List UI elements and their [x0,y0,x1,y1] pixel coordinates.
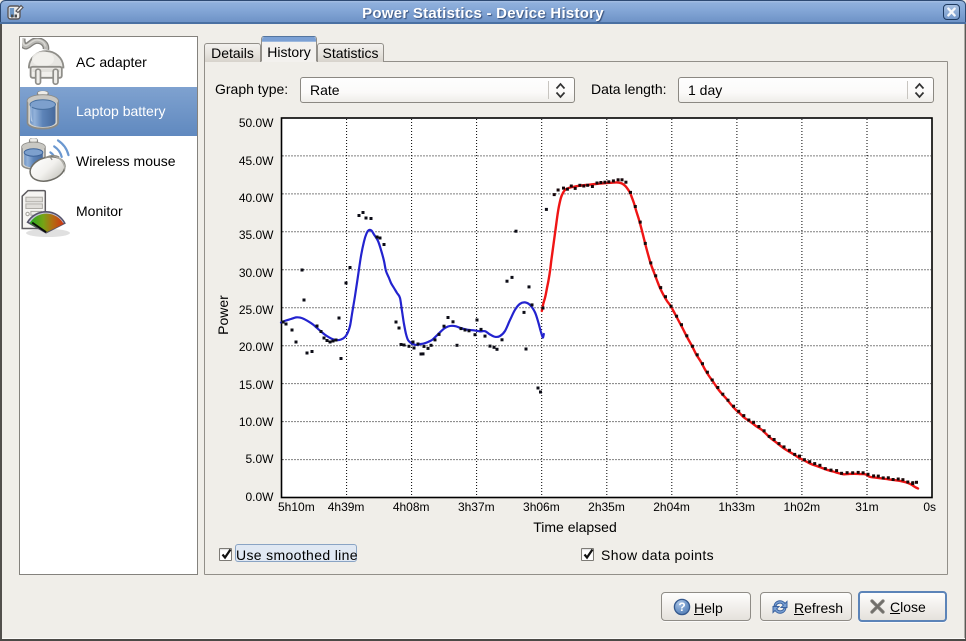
svg-text:?: ? [678,600,685,614]
